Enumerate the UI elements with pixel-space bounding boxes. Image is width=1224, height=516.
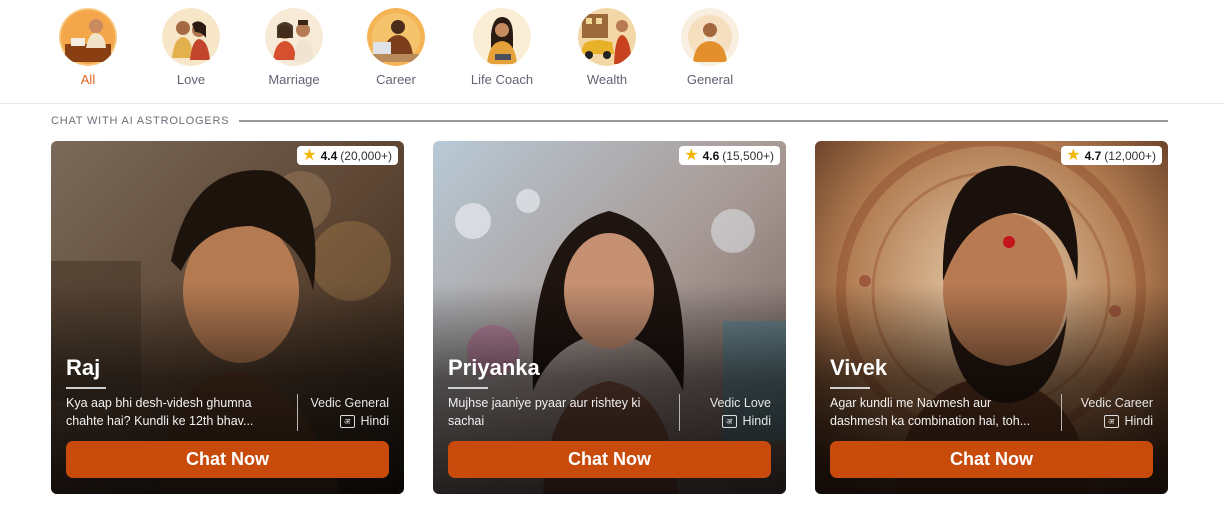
star-icon: ★	[302, 146, 317, 164]
category-label: Career	[376, 72, 416, 87]
rating-badge: ★ 4.4 (20,000+)	[297, 146, 398, 165]
category-label: Wealth	[586, 72, 628, 87]
language-icon: अ	[1103, 414, 1119, 428]
category-life-coach[interactable]: Life Coach	[457, 8, 547, 87]
thinking-woman-image	[473, 8, 531, 66]
category-career[interactable]: Career	[351, 8, 441, 87]
chat-now-button[interactable]: Chat Now	[830, 441, 1153, 478]
category-bar: All Love Marriage Career Life Coach Weal…	[0, 0, 1224, 104]
review-count: (15,500+)	[722, 148, 774, 163]
rating-value: 4.4	[320, 148, 338, 163]
astrologer-meta: Vedic General अ Hindi	[310, 394, 389, 430]
astrologer-meta: Vedic Career अ Hindi	[1081, 394, 1153, 430]
astrologer-meta: Vedic Love अ Hindi	[710, 394, 771, 430]
astrologer-name: Raj	[66, 355, 101, 380]
category-general[interactable]: General	[665, 8, 755, 87]
active-tab-underline	[51, 0, 125, 104]
star-icon: ★	[1066, 146, 1081, 164]
section-title: CHAT WITH AI ASTROLOGERS	[51, 115, 230, 127]
meta-divider	[679, 394, 680, 431]
language: अ Hindi	[310, 412, 389, 430]
man-at-laptop-image	[367, 8, 425, 66]
rating-badge: ★ 4.7 (12,000+)	[1061, 146, 1162, 165]
section-header: CHAT WITH AI ASTROLOGERS	[51, 115, 1168, 127]
astrologer-description: Agar kundli me Navmesh aur dashmesh ka c…	[830, 396, 1031, 428]
language-icon: अ	[339, 414, 355, 428]
review-count: (12,000+)	[1104, 148, 1156, 163]
category-label: Marriage	[268, 72, 320, 87]
category-wealth[interactable]: Wealth	[562, 8, 652, 87]
wedding-couple-image	[265, 8, 323, 66]
category-label: General	[686, 72, 734, 87]
rating-value: 4.6	[702, 148, 720, 163]
language-label: Hindi	[1124, 414, 1154, 428]
astrologer-card-vivek[interactable]: ★ 4.7 (12,000+) Vivek Agar kundli me Nav…	[815, 141, 1168, 494]
meta-divider	[297, 394, 298, 431]
astrologer-name: Vivek	[830, 355, 888, 380]
astrologer-name: Priyanka	[448, 355, 540, 380]
category-love[interactable]: Love	[146, 8, 236, 87]
language-icon: अ	[721, 414, 737, 428]
star-icon: ★	[684, 146, 699, 164]
chat-now-button[interactable]: Chat Now	[448, 441, 771, 478]
specialty: Vedic Love	[709, 396, 771, 410]
astrologer-card-priyanka[interactable]: ★ 4.6 (15,500+) Priyanka Mujhse jaaniye …	[433, 141, 786, 494]
category-label: Love	[176, 72, 206, 87]
category-marriage[interactable]: Marriage	[249, 8, 339, 87]
specialty: Vedic Career	[1080, 396, 1153, 410]
rating-value: 4.7	[1084, 148, 1102, 163]
section-divider	[239, 120, 1168, 122]
language: अ Hindi	[710, 412, 771, 430]
rating-badge: ★ 4.6 (15,500+)	[679, 146, 780, 165]
meta-divider	[1061, 394, 1062, 431]
name-underline	[66, 387, 106, 389]
name-underline	[448, 387, 488, 389]
woman-with-car-image	[578, 8, 636, 66]
specialty: Vedic General	[310, 396, 389, 410]
astrologer-description: Kya aap bhi desh-videsh ghumna chahte ha…	[66, 396, 254, 428]
name-underline	[830, 387, 870, 389]
astrologer-description: Mujhse jaaniye pyaar aur rishtey ki sach…	[448, 396, 641, 428]
chat-now-button[interactable]: Chat Now	[66, 441, 389, 478]
sage-image	[681, 8, 739, 66]
couple-image	[162, 8, 220, 66]
category-label: Life Coach	[470, 72, 534, 87]
astrologer-card-raj[interactable]: ★ 4.4 (20,000+) Raj Kya aap bhi desh-vid…	[51, 141, 404, 494]
language-label: Hindi	[360, 414, 390, 428]
language-label: Hindi	[742, 414, 772, 428]
language: अ Hindi	[1081, 412, 1153, 430]
review-count: (20,000+)	[340, 148, 392, 163]
